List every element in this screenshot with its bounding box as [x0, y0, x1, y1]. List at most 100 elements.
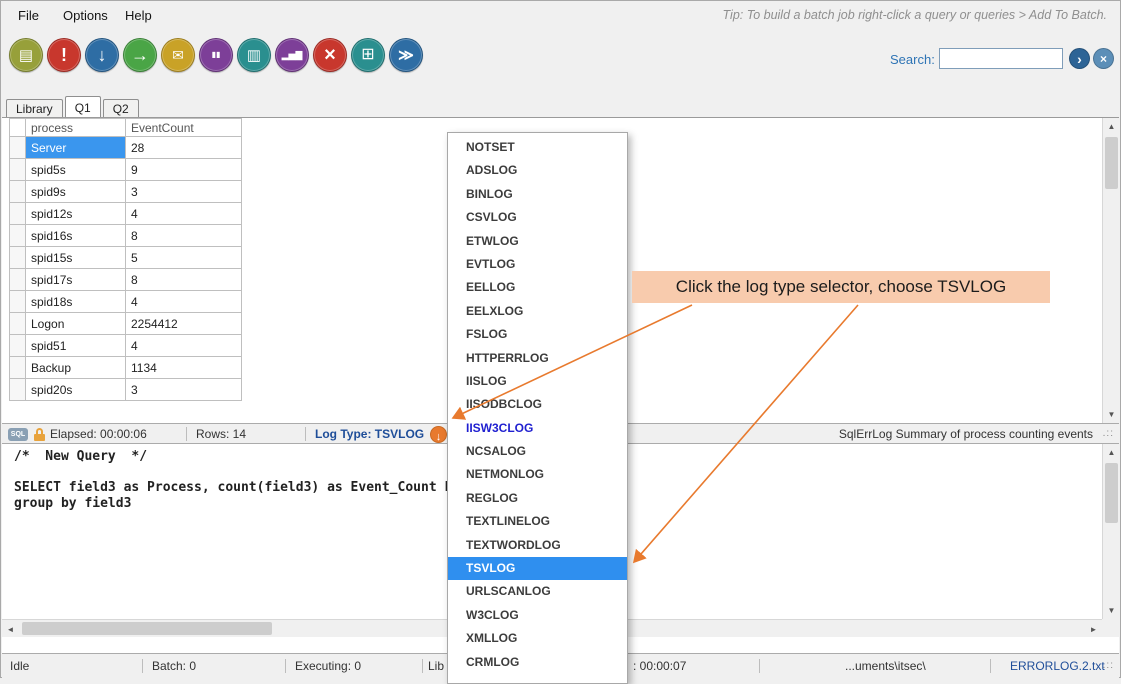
table-row[interactable]: spid5s 9 — [9, 158, 242, 181]
table-cell[interactable]: 9 — [125, 158, 242, 181]
dropdown-item-iisodbclog[interactable]: IISODBCLOG — [448, 393, 627, 416]
table-cell[interactable]: 1134 — [125, 356, 242, 379]
table-row[interactable]: spid12s 4 — [9, 202, 242, 225]
table-cell[interactable]: spid15s — [25, 246, 126, 269]
table-cell[interactable]: 4 — [125, 334, 242, 357]
row-selector[interactable] — [9, 334, 26, 357]
dropdown-item-adslog[interactable]: ADSLOG — [448, 159, 627, 182]
table-cell[interactable]: spid16s — [25, 224, 126, 247]
row-selector[interactable] — [9, 356, 26, 379]
export-button[interactable]: ✉ — [161, 38, 195, 72]
cancel-button[interactable]: × — [313, 38, 347, 72]
table-cell[interactable]: Server — [25, 136, 126, 159]
row-selector[interactable] — [9, 158, 26, 181]
dropdown-item-xmllog[interactable]: XMLLOG — [448, 627, 627, 650]
table-cell[interactable]: spid12s — [25, 202, 126, 225]
row-selector[interactable] — [9, 136, 26, 159]
dropdown-item-textwordlog[interactable]: TEXTWORDLOG — [448, 534, 627, 557]
query-text[interactable]: /* New Query */ SELECT field3 as Process… — [14, 449, 460, 511]
run-query-button[interactable]: → — [123, 38, 157, 72]
table-cell[interactable]: 28 — [125, 136, 242, 159]
import-button[interactable]: ↓ — [85, 38, 119, 72]
query-hscrollbar-thumb[interactable] — [22, 622, 272, 635]
table-row[interactable]: spid18s 4 — [9, 290, 242, 313]
table-cell[interactable]: 2254412 — [125, 312, 242, 335]
tab-library[interactable]: Library — [6, 99, 63, 117]
dropdown-item-evtlog[interactable]: EVTLOG — [448, 253, 627, 276]
query-vscrollbar-thumb[interactable] — [1105, 463, 1118, 523]
resize-grip-icon[interactable]: .:: — [1103, 654, 1114, 678]
table-cell[interactable]: spid9s — [25, 180, 126, 203]
dropdown-item-csvlog[interactable]: CSVLOG — [448, 206, 627, 229]
table-cell[interactable]: Logon — [25, 312, 126, 335]
table-row[interactable]: spid9s 3 — [9, 180, 242, 203]
table-cell[interactable]: 8 — [125, 268, 242, 291]
table-cell[interactable]: spid51 — [25, 334, 126, 357]
row-selector[interactable] — [9, 290, 26, 313]
dropdown-item-iisw3clog[interactable]: IISW3CLOG — [448, 417, 627, 440]
scroll-left-icon[interactable]: ◄ — [2, 620, 19, 638]
scroll-down-icon[interactable]: ▼ — [1103, 602, 1120, 619]
dropdown-item-binlog[interactable]: BINLOG — [448, 183, 627, 206]
row-selector[interactable] — [9, 246, 26, 269]
dropdown-item-crmlog[interactable]: CRMLOG — [448, 651, 627, 674]
row-selector[interactable] — [9, 224, 26, 247]
table-cell[interactable]: 3 — [125, 378, 242, 401]
row-selector[interactable] — [9, 202, 26, 225]
menu-help[interactable]: Help — [125, 8, 152, 23]
table-row[interactable]: Logon 2254412 — [9, 312, 242, 335]
table-cell[interactable]: spid17s — [25, 268, 126, 291]
row-selector[interactable] — [9, 378, 26, 401]
table-row[interactable]: spid15s 5 — [9, 246, 242, 269]
log-type-selector-button[interactable]: ↓ — [430, 426, 447, 443]
dropdown-item-notset[interactable]: NOTSET — [448, 136, 627, 159]
table-cell[interactable]: 4 — [125, 290, 242, 313]
pause-button[interactable]: ▮▮ — [199, 38, 233, 72]
table-cell[interactable]: 8 — [125, 224, 242, 247]
new-query-button[interactable]: ▤ — [9, 38, 43, 72]
dropdown-item-tsvlog[interactable]: TSVLOG — [448, 557, 627, 581]
menu-options[interactable]: Options — [63, 8, 108, 23]
search-go-button[interactable]: › — [1069, 48, 1090, 69]
column-header-process[interactable]: process — [25, 118, 126, 137]
scroll-up-icon[interactable]: ▲ — [1103, 118, 1119, 135]
search-input[interactable] — [939, 48, 1063, 69]
row-selector[interactable] — [9, 180, 26, 203]
dropdown-item-reglog[interactable]: REGLOG — [448, 487, 627, 510]
dropdown-item-netmonlog[interactable]: NETMONLOG — [448, 463, 627, 486]
row-selector[interactable] — [9, 312, 26, 335]
abort-button[interactable]: ! — [47, 38, 81, 72]
scroll-right-icon[interactable]: ► — [1085, 620, 1102, 638]
column-header-eventcount[interactable]: EventCount — [125, 118, 242, 137]
dropdown-item-eellog[interactable]: EELLOG — [448, 276, 627, 299]
dropdown-item-httperrlog[interactable]: HTTPERRLOG — [448, 347, 627, 370]
table-row[interactable]: spid16s 8 — [9, 224, 242, 247]
lock-icon[interactable] — [34, 428, 45, 441]
dropdown-item-eelxlog[interactable]: EELXLOG — [448, 300, 627, 323]
chart-button[interactable]: ▂▅▇ — [275, 38, 309, 72]
log-viewer-button[interactable]: ▥ — [237, 38, 271, 72]
table-cell[interactable]: Backup — [25, 356, 126, 379]
query-vscrollbar[interactable]: ▲ ▼ — [1102, 444, 1119, 619]
dropdown-item-iislog[interactable]: IISLOG — [448, 370, 627, 393]
tab-q1[interactable]: Q1 — [64, 96, 101, 117]
resize-grip-icon[interactable]: .:: — [1103, 424, 1114, 444]
dropdown-item-ncsalog[interactable]: NCSALOG — [448, 440, 627, 463]
scroll-down-icon[interactable]: ▼ — [1103, 406, 1119, 423]
excel-export-button[interactable]: ⊞ — [351, 38, 385, 72]
dropdown-item-fslog[interactable]: FSLOG — [448, 323, 627, 346]
dropdown-item-w3clog[interactable]: W3CLOG — [448, 604, 627, 627]
table-row[interactable]: spid17s 8 — [9, 268, 242, 291]
search-clear-button[interactable]: × — [1093, 48, 1114, 69]
table-cell[interactable]: spid20s — [25, 378, 126, 401]
log-type-status[interactable]: Log Type: TSVLOG — [315, 424, 424, 444]
dropdown-item-etwlog[interactable]: ETWLOG — [448, 230, 627, 253]
dropdown-item-textlinelog[interactable]: TEXTLINELOG — [448, 510, 627, 533]
tab-q2[interactable]: Q2 — [102, 99, 139, 117]
table-row[interactable]: Backup 1134 — [9, 356, 242, 379]
table-row[interactable]: spid20s 3 — [9, 378, 242, 401]
dropdown-item-urlscanlog[interactable]: URLSCANLOG — [448, 580, 627, 603]
table-cell[interactable]: 4 — [125, 202, 242, 225]
powershell-button[interactable]: ≫ — [389, 38, 423, 72]
grid-vscrollbar[interactable]: ▲ ▼ — [1102, 118, 1119, 423]
